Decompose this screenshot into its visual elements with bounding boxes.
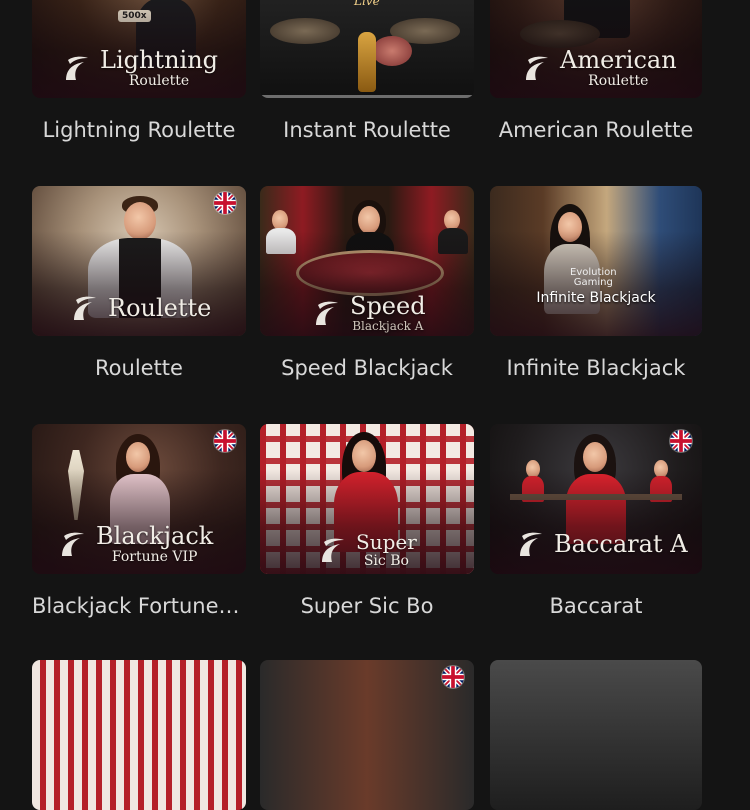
game-thumbnail[interactable]: Live [260,0,474,98]
logo-main-text: Baccarat A [554,530,688,558]
game-thumbnail[interactable]: Speed Blackjack A [260,186,474,336]
uk-flag-icon [214,430,236,452]
logo-sub-text: Roulette [128,73,190,89]
game-thumbnail[interactable]: Evolution Gaming Infinite Blackjack [490,186,702,336]
evolution-swoosh-icon [312,297,344,329]
golden-statue [358,32,376,92]
logo-sub-text: Sic Bo [363,553,409,569]
game-title[interactable]: Speed Blackjack [260,356,474,380]
game-thumbnail[interactable]: Baccarat A [490,424,702,574]
logo-main-text: Blackjack [96,522,214,550]
evolution-swoosh-icon [58,528,90,560]
game-thumbnail[interactable]: American Roulette [490,0,702,98]
evolution-swoosh-icon [70,292,102,324]
game-title[interactable]: Lightning Roulette [32,118,246,142]
game-title[interactable]: Instant Roulette [260,118,474,142]
game-title[interactable]: Infinite Blackjack [490,356,702,380]
game-title[interactable]: Baccarat [490,594,702,618]
game-title[interactable]: American Roulette [490,118,702,142]
game-logo: Speed Blackjack A [312,294,426,332]
game-thumbnail[interactable] [260,660,474,810]
game-thumbnail[interactable]: Blackjack Fortune VIP [32,424,246,574]
logo-sub-text: Fortune VIP [111,549,198,565]
logo-main-text: Lightning [100,46,219,74]
game-thumbnail[interactable]: Roulette [32,186,246,336]
logo-main-text: Super [356,530,417,554]
game-logo: Baccarat A [516,528,688,560]
logo-main-text: Roulette [108,294,212,322]
live-badge: Live [354,0,380,8]
uk-flag-icon [442,666,464,688]
evolution-swoosh-icon [62,52,94,84]
logo-sub-text: Roulette [588,73,649,89]
logo-main-text: American [560,46,677,74]
game-logo: Lightning Roulette [62,48,218,88]
game-title[interactable]: Super Sic Bo [260,594,474,618]
uk-flag-icon [670,430,692,452]
game-thumbnail[interactable]: Super Sic Bo [260,424,474,574]
game-thumbnail[interactable] [490,660,702,810]
uk-flag-icon [214,192,236,214]
evolution-swoosh-icon [522,52,554,84]
game-thumbnail[interactable]: 500x Lightning Roulette [32,0,246,98]
game-thumbnail[interactable] [32,660,246,810]
logo-main-text: Speed [350,292,426,320]
game-logo: Super Sic Bo [318,532,417,568]
logo-sub-text: Blackjack A [352,319,424,333]
logo-main-text: Infinite Blackjack [536,290,656,306]
game-logo: American Roulette [522,48,677,88]
game-logo: Roulette [70,292,211,324]
game-logo: Blackjack Fortune VIP [58,524,213,564]
game-title[interactable]: Roulette [32,356,246,380]
evolution-swoosh-icon [318,534,350,566]
evolution-swoosh-icon [516,528,548,560]
game-title[interactable]: Blackjack Fortune … [32,594,246,618]
provider-label: Evolution Gaming [570,267,617,288]
